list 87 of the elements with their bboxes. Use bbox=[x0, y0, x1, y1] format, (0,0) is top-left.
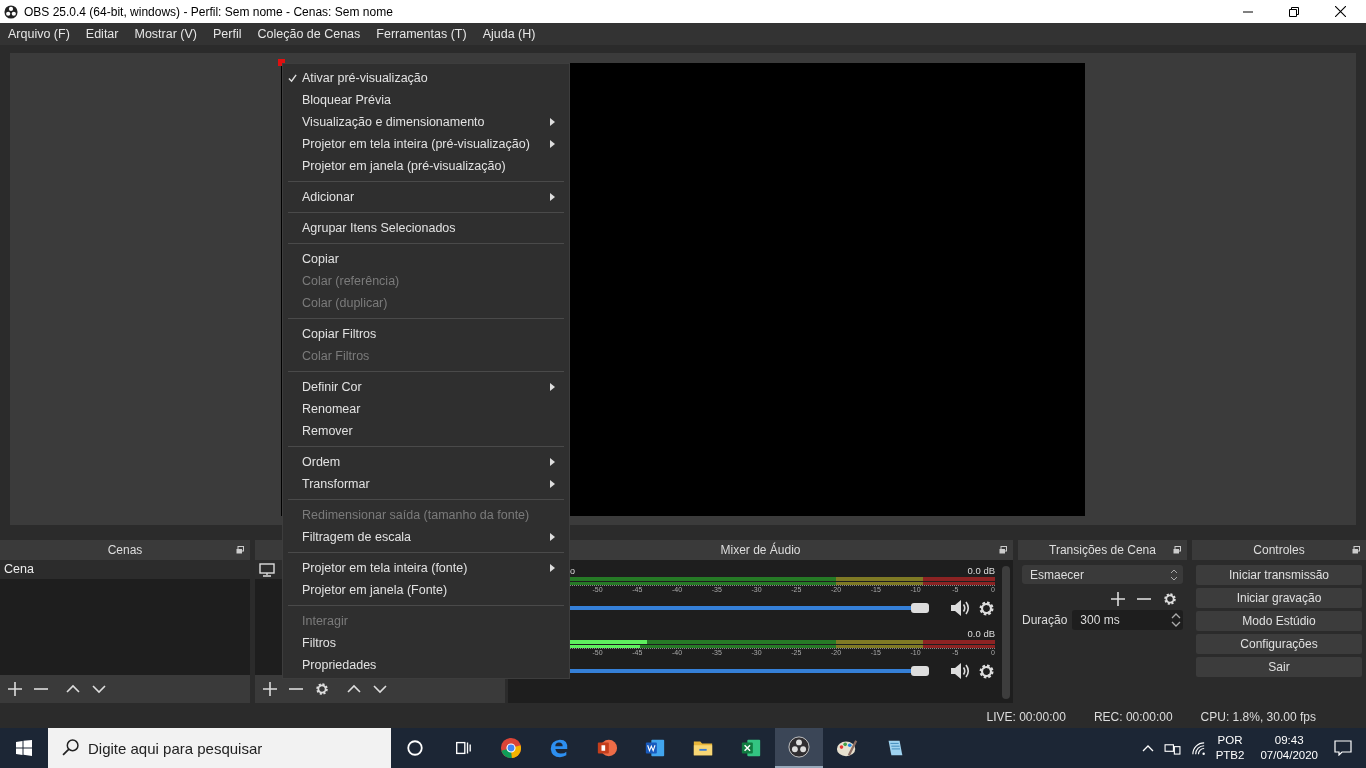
spreadsheet-app-icon bbox=[740, 737, 762, 759]
caret-up-icon[interactable] bbox=[1141, 744, 1154, 752]
undock-icon[interactable] bbox=[236, 546, 244, 554]
control-button[interactable]: Iniciar gravação bbox=[1196, 588, 1362, 608]
dock-title: Transições de Cena bbox=[1049, 543, 1156, 557]
scene-item[interactable]: Cena bbox=[0, 560, 250, 579]
recorder-app-icon bbox=[788, 736, 810, 758]
undock-icon[interactable] bbox=[1352, 546, 1360, 554]
menu-item[interactable]: Coleção de Cenas bbox=[249, 27, 369, 41]
app-logo-icon bbox=[4, 4, 18, 19]
clock[interactable]: 09:43 07/04/2020 bbox=[1254, 733, 1324, 763]
windows-logo-icon bbox=[16, 740, 32, 756]
scrollbar[interactable] bbox=[1002, 566, 1010, 699]
duration-label: Duração bbox=[1022, 613, 1068, 627]
menu-item[interactable]: Mostrar (V) bbox=[126, 27, 205, 41]
menu-item[interactable]: Projetor em tela inteira (fonte) bbox=[283, 557, 569, 579]
browser-icon bbox=[548, 737, 570, 759]
menu-item[interactable]: Visualização e dimensionamento bbox=[283, 111, 569, 133]
duration-field[interactable]: 300 ms bbox=[1072, 610, 1183, 630]
control-button[interactable]: Iniciar transmissão bbox=[1196, 565, 1362, 585]
notification-icon[interactable] bbox=[1334, 740, 1352, 756]
monitor-icon bbox=[259, 562, 275, 577]
browser-icon bbox=[500, 737, 522, 759]
control-button[interactable]: Sair bbox=[1196, 657, 1362, 677]
document-app-icon bbox=[644, 737, 666, 759]
taskbar-app[interactable] bbox=[775, 728, 823, 768]
settings-icon[interactable] bbox=[315, 682, 329, 696]
menu-item[interactable]: Bloquear Prévia bbox=[283, 89, 569, 111]
menu-item[interactable]: Ferramentas (T) bbox=[368, 27, 475, 41]
settings-icon[interactable] bbox=[978, 662, 995, 680]
search-field[interactable]: Digite aqui para pesquisar bbox=[48, 728, 391, 768]
menu-item[interactable]: Definir Cor bbox=[283, 376, 569, 398]
settings-icon[interactable] bbox=[1163, 592, 1177, 606]
undock-icon[interactable] bbox=[1173, 546, 1181, 554]
dock-title: Mixer de Áudio bbox=[720, 543, 801, 557]
channel-name: o bbox=[569, 565, 575, 576]
add-icon[interactable] bbox=[8, 682, 22, 696]
menu-item[interactable]: Renomear bbox=[283, 398, 569, 420]
slides-app-icon bbox=[596, 737, 618, 759]
close-icon[interactable] bbox=[1335, 6, 1346, 17]
move-down-icon[interactable] bbox=[373, 682, 387, 696]
network-icon[interactable] bbox=[1163, 741, 1181, 755]
task-view-icon bbox=[454, 739, 472, 757]
spin-arrows-icon[interactable] bbox=[1171, 612, 1181, 628]
speaker-icon[interactable] bbox=[950, 599, 970, 617]
menu-item[interactable]: Ajuda (H) bbox=[474, 27, 544, 41]
menu-item[interactable]: Remover bbox=[283, 420, 569, 442]
menu-item[interactable]: Projetor em tela inteira (pré-visualização) bbox=[283, 133, 569, 155]
control-button[interactable]: Modo Estúdio bbox=[1196, 611, 1362, 631]
live-timer: LIVE: 00:00:00 bbox=[986, 709, 1066, 724]
palette-icon bbox=[836, 737, 858, 759]
undock-icon[interactable] bbox=[999, 546, 1007, 554]
menu-item[interactable]: Arquivo (F) bbox=[0, 27, 78, 41]
menu-item[interactable]: Projetor em janela (Fonte) bbox=[283, 579, 569, 601]
menu-item[interactable]: Transformar bbox=[283, 473, 569, 495]
menu-item[interactable]: Propriedades bbox=[283, 654, 569, 676]
search-icon bbox=[62, 739, 79, 756]
menu-item[interactable]: Copiar bbox=[283, 248, 569, 270]
window-title: OBS 25.0.4 (64-bit, windows) - Perfil: Sem nome - Cenas: Sem nome bbox=[24, 4, 394, 19]
volume-reading: 0.0 dB bbox=[967, 628, 995, 639]
menu-item[interactable]: Adicionar bbox=[283, 186, 569, 208]
menu-item[interactable]: Perfil bbox=[205, 27, 250, 41]
menu-item[interactable]: Copiar Filtros bbox=[283, 323, 569, 345]
volume-reading: 0.0 dB bbox=[967, 565, 995, 576]
menu-item[interactable]: Filtragem de escala bbox=[283, 526, 569, 548]
language-indicator[interactable]: POR PTB2 bbox=[1215, 733, 1245, 763]
settings-icon[interactable] bbox=[978, 599, 995, 617]
add-icon[interactable] bbox=[263, 682, 277, 696]
cpu-stats: CPU: 1.8%, 30.00 fps bbox=[1200, 709, 1316, 724]
move-down-icon[interactable] bbox=[92, 682, 106, 696]
rec-timer: REC: 00:00:00 bbox=[1093, 709, 1173, 724]
menu-item[interactable]: Agrupar Itens Selecionados bbox=[283, 217, 569, 239]
menu-item[interactable]: Filtros bbox=[283, 632, 569, 654]
control-button[interactable]: Configurações bbox=[1196, 634, 1362, 654]
menu-item[interactable]: Editar bbox=[77, 27, 127, 41]
menu-item[interactable]: Ordem bbox=[283, 451, 569, 473]
add-icon[interactable] bbox=[1111, 592, 1125, 606]
restore-icon[interactable] bbox=[1289, 6, 1299, 17]
circle-icon bbox=[406, 739, 424, 757]
transition-dropdown[interactable]: Esmaecer bbox=[1022, 565, 1183, 584]
menu-item[interactable]: Projetor em janela (pré-visualização) bbox=[283, 155, 569, 177]
spin-arrows-icon bbox=[1170, 568, 1178, 581]
menu-item[interactable]: Ativar pré-visualização bbox=[283, 67, 569, 89]
speaker-icon[interactable] bbox=[950, 662, 970, 680]
dock-title: Cenas bbox=[107, 543, 143, 557]
wifi-icon[interactable] bbox=[1190, 740, 1206, 756]
dock-title: Controles bbox=[1253, 543, 1305, 557]
